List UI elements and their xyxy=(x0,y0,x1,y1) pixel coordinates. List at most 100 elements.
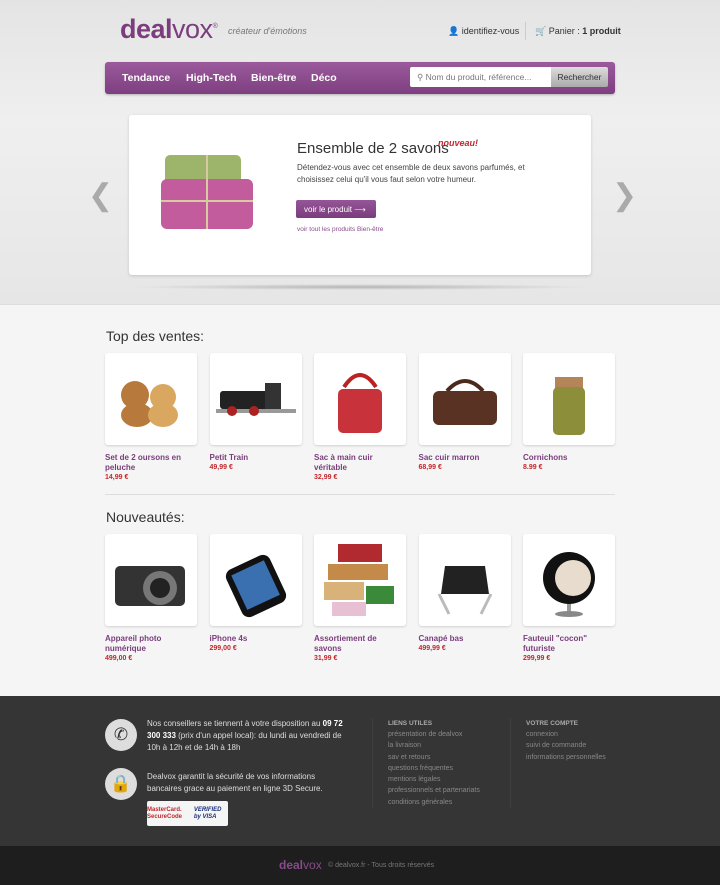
product-price: 8.99 € xyxy=(523,464,543,471)
view-product-button[interactable]: voir le produit ⟶ xyxy=(296,200,376,218)
brown-bag-icon xyxy=(432,379,497,425)
product-card[interactable]: Sac à main cuir véritable 32,99 € xyxy=(314,353,406,481)
copyright: © dealvox.fr - Tous droits réservés xyxy=(328,862,435,869)
product-price: 68,99 € xyxy=(418,464,442,471)
product-card[interactable]: Fauteuil "cocon" futuriste 299,99 € xyxy=(523,534,615,662)
nav-bien-etre[interactable]: Bien-être xyxy=(251,72,297,84)
slider-next-icon[interactable]: ❯ xyxy=(612,178,637,213)
slider-prev-icon[interactable]: ❮ xyxy=(88,178,113,213)
divider xyxy=(525,22,526,40)
product-image[interactable] xyxy=(418,534,511,626)
footer-link[interactable]: informations personnelles xyxy=(526,752,606,763)
chair-icon xyxy=(437,566,492,615)
login-link[interactable]: 👤 identifiez-vous xyxy=(448,26,519,37)
product-image[interactable] xyxy=(209,534,302,626)
product-image[interactable] xyxy=(418,353,511,445)
product-card[interactable]: Petit Train 49,99 € xyxy=(209,353,302,471)
security-text: Dealvox garantit la sécurité de vos info… xyxy=(147,772,323,793)
footer-link[interactable]: la livraison xyxy=(388,740,480,751)
slider-title: Ensemble de 2 savons xyxy=(297,140,449,157)
top-sales-title: Top des ventes: xyxy=(106,328,205,344)
pickle-jar-icon xyxy=(553,377,585,435)
product-price: 299,99 € xyxy=(523,655,551,662)
product-card[interactable]: Appareil photo numérique 499,00 € xyxy=(105,534,197,662)
footer-link[interactable]: présentation de dealvox xyxy=(388,729,480,740)
footer-logo: dealvox xyxy=(279,858,322,872)
footer xyxy=(0,696,720,846)
slider-card xyxy=(129,115,591,275)
footer-link[interactable]: mentions légales xyxy=(388,774,480,785)
teddy-bears-icon xyxy=(121,381,178,427)
train-icon xyxy=(215,383,296,416)
cart-link[interactable]: 🛒 Panier : 1 produit xyxy=(535,26,621,37)
category-link[interactable]: voir tout les produits Bien-être xyxy=(297,226,383,233)
product-price: 499,99 € xyxy=(418,645,446,652)
product-card[interactable]: Cornichons 8.99 € xyxy=(523,353,615,471)
egg-chair-icon xyxy=(543,552,595,617)
soaps-icon xyxy=(324,544,394,616)
product-name[interactable]: Sac à main cuir véritable xyxy=(314,453,404,473)
nav-high-tech[interactable]: High-Tech xyxy=(186,72,237,84)
cart-icon: 🛒 xyxy=(535,26,547,36)
search-icon: ⚲ xyxy=(417,72,424,82)
product-price: 32,99 € xyxy=(314,474,338,481)
slider-shadow xyxy=(128,284,592,290)
divider xyxy=(510,718,511,808)
product-image[interactable] xyxy=(523,353,615,445)
footer-link[interactable]: questions fréquentes xyxy=(388,763,480,774)
divider xyxy=(372,718,373,808)
product-price: 49,99 € xyxy=(209,464,233,471)
product-image[interactable] xyxy=(314,353,406,445)
soap-image xyxy=(161,155,253,229)
search-button[interactable]: Rechercher xyxy=(551,67,608,87)
divider xyxy=(105,494,615,495)
contact-text: Nos conseillers se tiennent à votre disp… xyxy=(147,719,343,752)
new-badge: nouveau! xyxy=(438,138,479,148)
product-price: 499,00 € xyxy=(105,655,133,662)
product-card[interactable]: iPhone 4s 299,00 € xyxy=(209,534,302,652)
product-image[interactable] xyxy=(314,534,406,626)
product-card[interactable]: Set de 2 oursons en peluche 14,99 € xyxy=(105,353,197,481)
product-card[interactable]: Assortiement de savons 31,99 € xyxy=(314,534,406,662)
secure-payment-badge: MasterCard. SecureCode VERIFIED by VISA xyxy=(147,801,228,826)
user-icon: 👤 xyxy=(448,26,460,36)
product-name[interactable]: Sac cuir marron xyxy=(419,453,509,463)
slider-description: Détendez-vous avec cet ensemble de deux … xyxy=(297,163,525,184)
useful-links: LIENS UTILES présentation de dealvox la li… xyxy=(388,720,480,808)
product-name[interactable]: Petit Train xyxy=(210,453,300,463)
product-image[interactable] xyxy=(105,353,197,445)
footer-link[interactable]: connexion xyxy=(526,729,606,740)
footer-link[interactable]: sav et retours xyxy=(388,752,480,763)
nav-deco[interactable]: Déco xyxy=(311,72,337,84)
footer-link[interactable]: conditions générales xyxy=(388,797,480,808)
product-card[interactable]: Sac cuir marron 68,99 € xyxy=(418,353,511,471)
product-name[interactable]: Appareil photo numérique xyxy=(105,634,195,654)
logo[interactable]: dealvox® xyxy=(120,14,218,45)
product-image[interactable] xyxy=(209,353,302,445)
product-name[interactable]: Cornichons xyxy=(523,453,613,463)
product-name[interactable]: Fauteuil "cocon" futuriste xyxy=(523,634,613,654)
product-name[interactable]: Canapé bas xyxy=(419,634,509,644)
red-handbag-icon xyxy=(338,373,382,433)
lock-icon: 🔒 xyxy=(105,768,137,800)
tagline: créateur d'émotions xyxy=(228,26,307,36)
account-links: VOTRE COMPTE connexion suivi de commande in… xyxy=(526,720,606,763)
product-name[interactable]: Set de 2 oursons en peluche xyxy=(105,453,195,473)
phone-icon: ✆ xyxy=(105,719,137,751)
camera-icon xyxy=(115,566,185,606)
phone-icon xyxy=(225,554,286,618)
footer-link[interactable]: professionnels et partenariats xyxy=(388,785,480,796)
product-image[interactable] xyxy=(523,534,615,626)
new-items-title: Nouveautés: xyxy=(106,509,185,525)
product-price: 299,00 € xyxy=(209,645,237,652)
search-input[interactable]: ⚲ Nom du produit, référence... xyxy=(410,67,551,87)
product-image[interactable] xyxy=(105,534,197,626)
product-price: 31,99 € xyxy=(314,655,338,662)
footer-link[interactable]: suivi de commande xyxy=(526,740,606,751)
product-name[interactable]: Assortiement de savons xyxy=(314,634,404,654)
arrow-right-icon: ⟶ xyxy=(354,205,366,214)
nav-tendance[interactable]: Tendance xyxy=(122,72,170,84)
product-price: 14,99 € xyxy=(105,474,129,481)
product-name[interactable]: iPhone 4s xyxy=(210,634,300,644)
product-card[interactable]: Canapé bas 499,99 € xyxy=(418,534,511,652)
